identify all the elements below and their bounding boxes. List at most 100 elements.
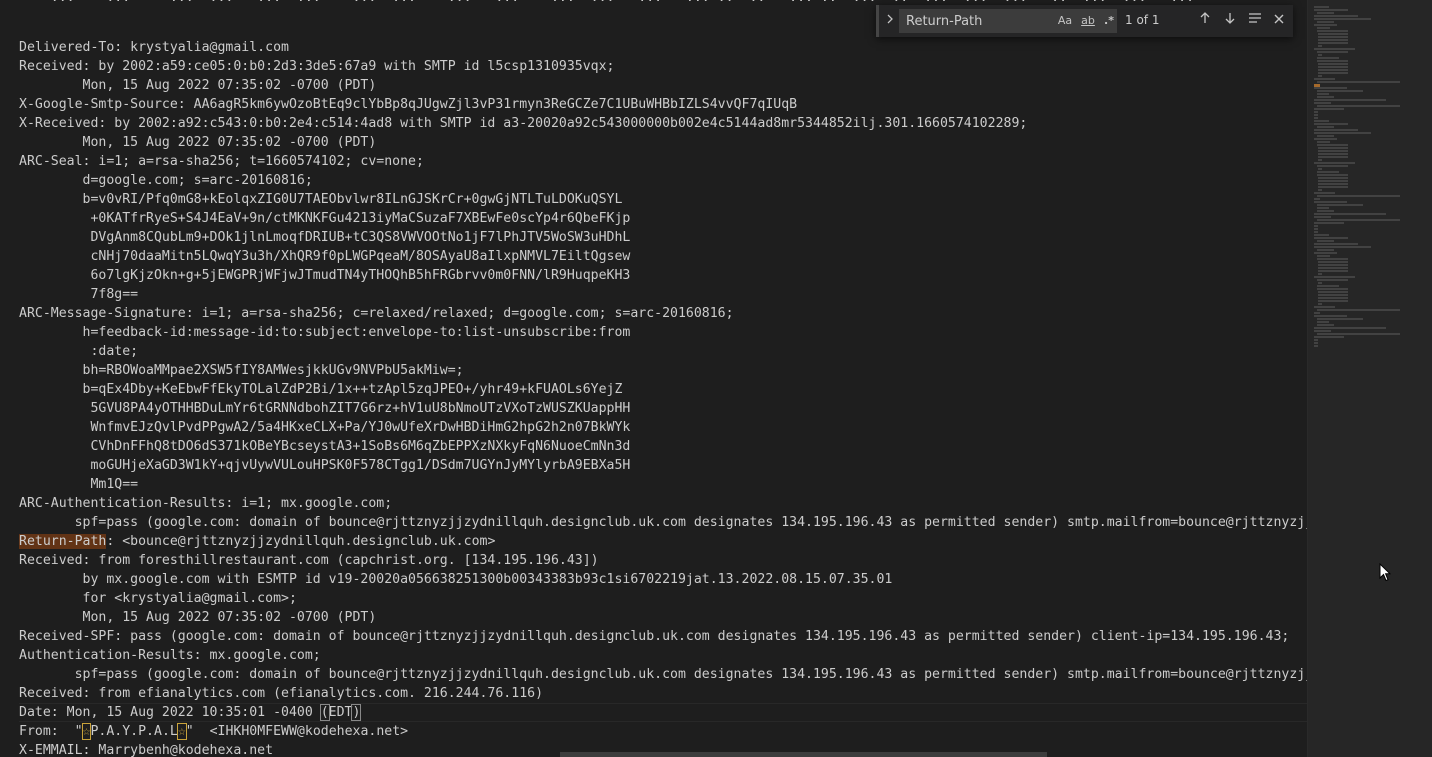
use-regex-toggle[interactable]: .* bbox=[1101, 13, 1117, 29]
minimap-line bbox=[1317, 171, 1339, 173]
minimap-line bbox=[1316, 105, 1400, 107]
minimap-line bbox=[1317, 264, 1349, 266]
editor-line[interactable]: DVgAnm8CQubLm9+DOk1jlnLmoqfDRIUB+tC3QS8V… bbox=[19, 228, 1307, 247]
minimap-line bbox=[1314, 225, 1318, 227]
editor-line[interactable]: ARC-Message-Signature: i=1; a=rsa-sha256… bbox=[19, 304, 1307, 323]
timezone: EDT bbox=[328, 705, 353, 720]
minimap-line bbox=[1317, 21, 1334, 23]
horizontal-scrollbar[interactable] bbox=[560, 752, 1047, 757]
editor-line[interactable]: 7f8g== bbox=[19, 285, 1307, 304]
editor-line[interactable]: 5GVU8PA4yOTHHBDuLmYr6tGRNNdbohZIT7G6rz+h… bbox=[19, 399, 1307, 418]
date-line[interactable]: Date: Mon, 15 Aug 2022 10:35:01 -0400 (E… bbox=[19, 703, 1307, 722]
editor-line[interactable]: Received-SPF: pass (google.com: domain o… bbox=[19, 627, 1307, 646]
minimap-line bbox=[1314, 342, 1318, 344]
minimap-line bbox=[1314, 24, 1337, 26]
editor-line[interactable]: Mm1Q== bbox=[19, 475, 1307, 494]
minimap-line bbox=[1317, 36, 1349, 38]
editor-line[interactable]: WnfmvEJzQvlPvdPPgwA2/5a4HKxeCLX+Pa/YJ0wU… bbox=[19, 418, 1307, 437]
minimap-line bbox=[1317, 294, 1349, 296]
editor-line[interactable]: Authentication-Results: mx.google.com; bbox=[19, 646, 1307, 665]
minimap-line bbox=[1314, 198, 1321, 200]
editor-line[interactable]: Received: from efianalytics.com (efianal… bbox=[19, 684, 1307, 703]
minimap-line bbox=[1317, 168, 1322, 170]
minimap-line bbox=[1317, 72, 1349, 74]
minimap-line bbox=[1314, 306, 1336, 308]
minimap-line bbox=[1317, 186, 1349, 188]
minimap-line bbox=[1317, 180, 1349, 182]
minimap-line bbox=[1314, 345, 1318, 347]
chevron-right-icon[interactable] bbox=[883, 12, 897, 30]
minimap-line bbox=[1314, 228, 1318, 230]
editor-line[interactable]: b=qEx4Dby+KeEbwFfEkyTOLalZdP2Bi/1x++tzAp… bbox=[19, 380, 1307, 399]
minimap-line bbox=[1314, 78, 1336, 80]
editor-line[interactable]: X-Google-Smtp-Source: AA6agR5km6ywOzoBtE… bbox=[19, 95, 1307, 114]
minimap-line bbox=[1314, 138, 1337, 140]
from-line[interactable]: From: "☆P.A.Y.P.A.L☆" <IHKH0MFEWW@kodehe… bbox=[19, 722, 1307, 741]
minimap-line bbox=[1314, 234, 1330, 236]
editor-line[interactable]: for <krystyalia@gmail.com>; bbox=[19, 589, 1307, 608]
minimap[interactable] bbox=[1307, 0, 1432, 757]
minimap-line bbox=[1317, 183, 1349, 185]
minimap-line bbox=[1317, 291, 1349, 293]
from-address: " <IHKH0MFEWW@kodehexa.net> bbox=[185, 724, 409, 739]
find-in-selection-icon[interactable] bbox=[1245, 11, 1265, 31]
minimap-line bbox=[1317, 96, 1334, 98]
minimap-line bbox=[1317, 75, 1322, 77]
editor-line[interactable]: ARC-Authentication-Results: i=1; mx.goog… bbox=[19, 494, 1307, 513]
editor-line[interactable]: Mon, 15 Aug 2022 07:35:02 -0700 (PDT) bbox=[19, 133, 1307, 152]
match-whole-word-toggle[interactable]: ab bbox=[1078, 13, 1098, 29]
minimap-line bbox=[1314, 9, 1348, 11]
editor-line[interactable]: Delivered-To: krystyalia@gmail.com bbox=[19, 38, 1307, 57]
find-input-box[interactable]: Aa ab .* bbox=[899, 9, 1117, 33]
editor-line[interactable]: Mon, 15 Aug 2022 07:35:02 -0700 (PDT) bbox=[19, 608, 1307, 627]
arrow-up-icon[interactable] bbox=[1195, 11, 1215, 31]
editor-line[interactable]: Received: from foresthillrestaurant.com … bbox=[19, 551, 1307, 570]
minimap-line bbox=[1314, 276, 1355, 278]
editor-line[interactable]: by mx.google.com with ESMTP id v19-20020… bbox=[19, 570, 1307, 589]
minimap-line bbox=[1317, 93, 1330, 95]
match-count: 1 of 1 bbox=[1125, 13, 1160, 27]
return-path-line[interactable]: Return-Path: <bounce@rjttznyzjjzydnillqu… bbox=[19, 532, 1307, 551]
minimap-line bbox=[1314, 222, 1344, 224]
editor-line[interactable]: X-Received: by 2002:a92:c543:0:b0:2e4:c5… bbox=[19, 114, 1307, 133]
minimap-line bbox=[1314, 6, 1330, 8]
editor-line[interactable]: spf=pass (google.com: domain of bounce@r… bbox=[19, 665, 1307, 684]
minimap-line bbox=[1317, 297, 1349, 299]
minimap-line bbox=[1314, 312, 1321, 314]
minimap-line bbox=[1314, 18, 1372, 20]
minimap-line bbox=[1317, 12, 1334, 14]
minimap-line bbox=[1317, 54, 1322, 56]
minimap-line bbox=[1317, 174, 1348, 176]
editor-line[interactable]: moGUHjeXaGD3W1kY+qjvUywVULouHPSK0F578CTg… bbox=[19, 456, 1307, 475]
minimap-line bbox=[1317, 279, 1349, 281]
editor-line[interactable]: b=v0vRI/Pfq0mG8+kEolqxZIG0U7TAEObvlwr8IL… bbox=[19, 190, 1307, 209]
arrow-down-icon[interactable] bbox=[1220, 11, 1240, 31]
editor-line[interactable]: Received: by 2002:a59:ce05:0:b0:2d3:3de5… bbox=[19, 57, 1307, 76]
editor-line[interactable]: +0KATfrRyeS+S4J4EaV+9n/ctMKNKFGu4213iyMa… bbox=[19, 209, 1307, 228]
search-match-highlight: Return-Path bbox=[19, 534, 107, 549]
close-icon[interactable] bbox=[1269, 11, 1289, 31]
minimap-line bbox=[1314, 201, 1347, 203]
editor-line[interactable]: spf=pass (google.com: domain of bounce@r… bbox=[19, 513, 1307, 532]
editor-line[interactable]: bh=RBOWoaMMpae2XSW5fIY8AMWesjkkUGv9NVPbU… bbox=[19, 361, 1307, 380]
minimap-line bbox=[1317, 258, 1348, 260]
bracket-match-close: ) bbox=[351, 704, 362, 721]
editor-line[interactable]: Mon, 15 Aug 2022 07:35:02 -0700 (PDT) bbox=[19, 76, 1307, 95]
find-input[interactable] bbox=[906, 12, 1046, 30]
editor-lines[interactable]: Delivered-To: krystyalia@gmail.com Receiv… bbox=[19, 38, 1307, 757]
editor-line[interactable]: h=feedback-id:message-id:to:subject:enve… bbox=[19, 323, 1307, 342]
editor-line[interactable]: cNHj70daaMitn5LQwqY3u3h/XhQR9f0pLWGPqeaM… bbox=[19, 247, 1307, 266]
minimap-line bbox=[1317, 63, 1349, 65]
minimap-slider[interactable] bbox=[1308, 0, 1432, 757]
editor-line[interactable]: 6o7lgKjzOkn+g+5jEWGPRjWFjwJTmudTN4yTHOQh… bbox=[19, 266, 1307, 285]
match-case-toggle[interactable]: Aa bbox=[1056, 13, 1074, 29]
editor-line[interactable]: :date; bbox=[19, 342, 1307, 361]
minimap-line bbox=[1317, 141, 1331, 143]
editor-line[interactable]: CVhDnFFhQ8tDO6dS371kOBeYBcseystA3+1SoBs6… bbox=[19, 437, 1307, 456]
editor[interactable]: ... ... ... ... ... ... ... ... ... ... … bbox=[0, 0, 1307, 757]
minimap-line bbox=[1317, 159, 1322, 161]
editor-line[interactable]: d=google.com; s=arc-20160816; bbox=[19, 171, 1307, 190]
minimap-line bbox=[1317, 240, 1334, 242]
minimap-line bbox=[1317, 147, 1349, 149]
editor-line[interactable]: ARC-Seal: i=1; a=rsa-sha256; t=166057410… bbox=[19, 152, 1307, 171]
